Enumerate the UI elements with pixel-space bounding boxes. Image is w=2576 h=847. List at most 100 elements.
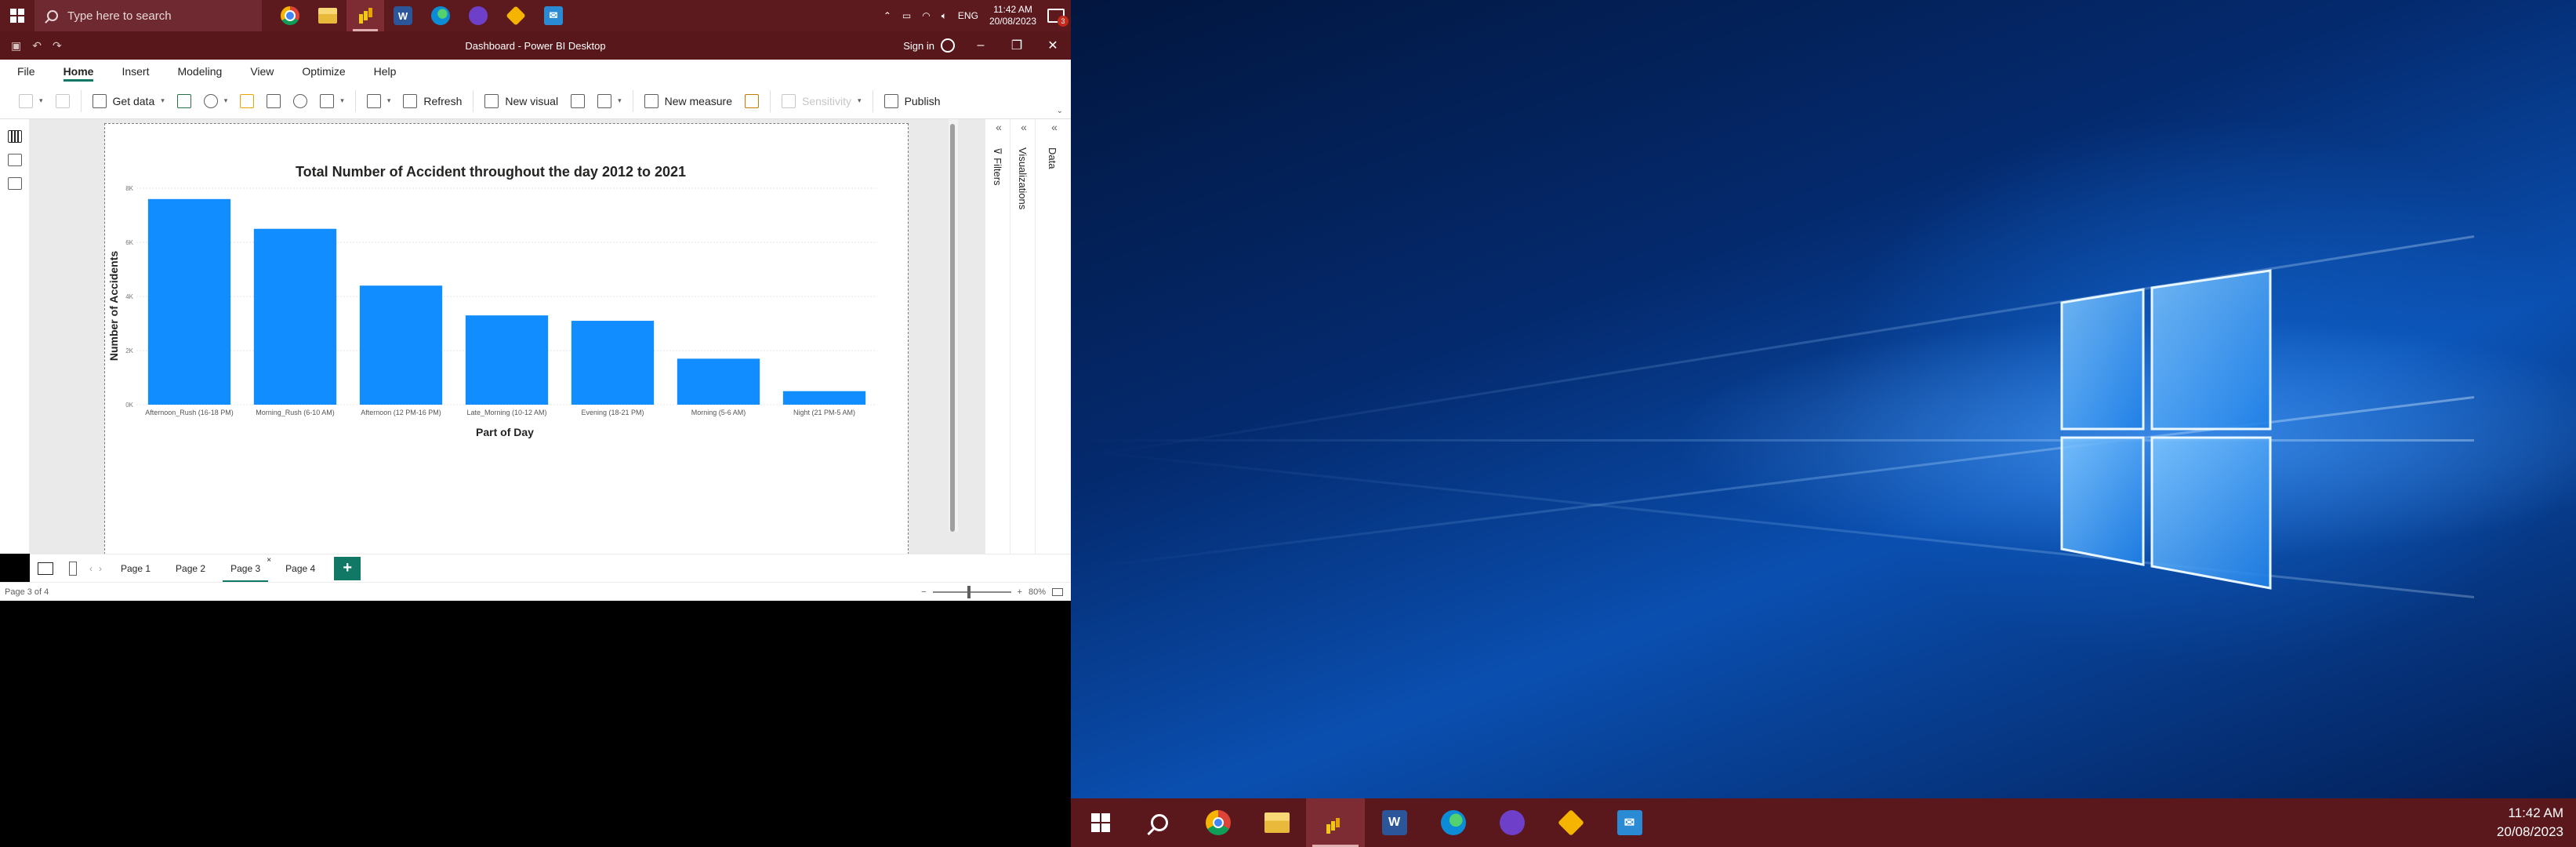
tab-view[interactable]: View [250, 60, 274, 83]
tab-home[interactable]: Home [63, 60, 93, 83]
wifi-icon[interactable]: ◠ [922, 10, 930, 21]
sql-server-button[interactable] [234, 89, 260, 113]
database-icon [92, 93, 107, 108]
close-tab-icon[interactable]: × [267, 547, 271, 575]
taskbar-file-explorer[interactable] [309, 0, 346, 31]
chevron-up-icon[interactable]: ⌃ [883, 10, 891, 21]
zoom-slider-thumb[interactable] [967, 585, 971, 598]
collapse-ribbon-icon[interactable]: ⌄ [1057, 107, 1063, 115]
start-button[interactable] [1071, 798, 1130, 847]
taskbar-edge[interactable] [1424, 798, 1482, 847]
expand-filters-icon[interactable]: « [985, 121, 1010, 133]
page-tab-4[interactable]: Page 4 [273, 554, 328, 583]
excel-button[interactable] [171, 89, 198, 113]
tab-insert[interactable]: Insert [122, 60, 149, 83]
taskbar-git[interactable] [1541, 798, 1600, 847]
tab-help[interactable]: Help [374, 60, 397, 83]
recent-sources-button[interactable]: ▾ [314, 89, 350, 113]
taskbar-chrome[interactable] [1188, 798, 1247, 847]
undo-icon[interactable]: ↶ [32, 39, 42, 53]
mobile-layout-icon[interactable] [69, 561, 77, 576]
filters-pane[interactable]: « ⊽ Filters [985, 119, 1010, 554]
bar[interactable] [782, 391, 866, 405]
refresh-button[interactable]: Refresh [397, 89, 468, 113]
taskbar-chrome[interactable] [271, 0, 309, 31]
expand-data-icon[interactable]: « [1036, 121, 1071, 133]
bar[interactable] [253, 228, 337, 405]
tab-modeling[interactable]: Modeling [177, 60, 222, 83]
publish-button[interactable]: Publish [878, 89, 947, 113]
taskbar-mail[interactable]: ✉ [535, 0, 572, 31]
format-painter-button[interactable] [49, 89, 76, 113]
zoom-level: 80% [1028, 587, 1046, 597]
clock[interactable]: 11:42 AM 20/08/2023 [2497, 804, 2576, 842]
clock[interactable]: 11:42 AM 20/08/2023 [989, 4, 1036, 27]
maximize-button[interactable]: ❐ [999, 31, 1035, 60]
dataverse-button[interactable] [287, 89, 314, 113]
zoom-slider[interactable] [932, 585, 1011, 598]
transform-data-button[interactable]: ▾ [361, 89, 397, 113]
data-pane-label: Data [1047, 147, 1058, 169]
bar[interactable] [359, 285, 443, 405]
volume-icon[interactable]: 🔈︎ [942, 10, 947, 22]
page-tab-3[interactable]: Page 3 × [218, 554, 273, 583]
enter-data-button[interactable] [260, 89, 287, 113]
tab-optimize[interactable]: Optimize [302, 60, 345, 83]
taskbar-power-bi[interactable] [1306, 798, 1365, 847]
taskbar-github-desktop[interactable] [1482, 798, 1541, 847]
taskbar-file-explorer[interactable] [1247, 798, 1306, 847]
scroll-left-icon[interactable]: ‹ [89, 563, 93, 574]
scroll-right-icon[interactable]: › [99, 563, 102, 574]
taskbar-github-desktop[interactable] [459, 0, 497, 31]
paste-button[interactable]: ▾ [13, 89, 49, 113]
battery-icon[interactable]: ▭ [902, 10, 911, 21]
bar-chart[interactable]: Total Number of Accident throughout the … [105, 124, 908, 554]
taskbar-edge[interactable] [422, 0, 459, 31]
desktop-layout-icon[interactable] [38, 562, 53, 575]
new-visual-button[interactable]: New visual [478, 89, 564, 113]
text-box-button[interactable] [564, 89, 591, 113]
bar[interactable] [677, 358, 760, 405]
visualizations-pane[interactable]: « Visualizations [1010, 119, 1035, 554]
table-view-icon[interactable] [7, 154, 22, 166]
taskbar-word[interactable]: W [384, 0, 422, 31]
sign-in-button[interactable]: Sign in [903, 38, 955, 53]
add-page-button[interactable]: + [334, 556, 361, 580]
search-button[interactable] [1130, 798, 1188, 847]
sensitivity-icon [782, 93, 796, 108]
sensitivity-button[interactable]: Sensitivity ▾ [775, 89, 868, 113]
taskbar-word[interactable]: W [1365, 798, 1424, 847]
publish-icon [883, 93, 898, 108]
page-tab-2[interactable]: Page 2 [163, 554, 218, 583]
bar[interactable] [465, 315, 549, 405]
bar[interactable] [571, 321, 655, 405]
new-measure-button[interactable]: New measure [638, 89, 738, 113]
expand-visualizations-icon[interactable]: « [1010, 121, 1035, 133]
notification-icon[interactable]: 3 [1047, 9, 1068, 27]
more-visuals-button[interactable]: ▾ [591, 89, 628, 113]
page-tab-1[interactable]: Page 1 [108, 554, 163, 583]
zoom-in-icon[interactable]: + [1018, 587, 1022, 597]
onelake-button[interactable]: ▾ [198, 89, 234, 113]
search-icon [47, 10, 58, 21]
tab-file[interactable]: File [17, 60, 35, 83]
bar[interactable] [147, 198, 231, 405]
start-button[interactable] [0, 0, 34, 31]
quick-measure-button[interactable] [738, 89, 765, 113]
redo-icon[interactable]: ↷ [53, 39, 62, 53]
zoom-out-icon[interactable]: − [921, 587, 926, 597]
model-view-icon[interactable] [7, 177, 22, 190]
save-icon[interactable]: ▣ [11, 39, 21, 53]
taskbar-mail[interactable]: ✉ [1600, 798, 1659, 847]
taskbar-power-bi[interactable] [346, 0, 384, 31]
scrollbar-thumb[interactable] [950, 124, 955, 532]
data-pane[interactable]: « Data [1035, 119, 1071, 554]
report-view-icon[interactable] [7, 130, 22, 143]
close-button[interactable]: ✕ [1035, 31, 1071, 60]
fit-to-page-icon[interactable] [1052, 587, 1063, 596]
language-indicator[interactable]: ENG [958, 10, 978, 21]
get-data-button[interactable]: Get data ▾ [86, 89, 171, 113]
taskbar-git[interactable] [497, 0, 535, 31]
taskbar-search-box[interactable]: Type here to search [34, 0, 262, 31]
minimize-button[interactable]: – [963, 31, 999, 60]
